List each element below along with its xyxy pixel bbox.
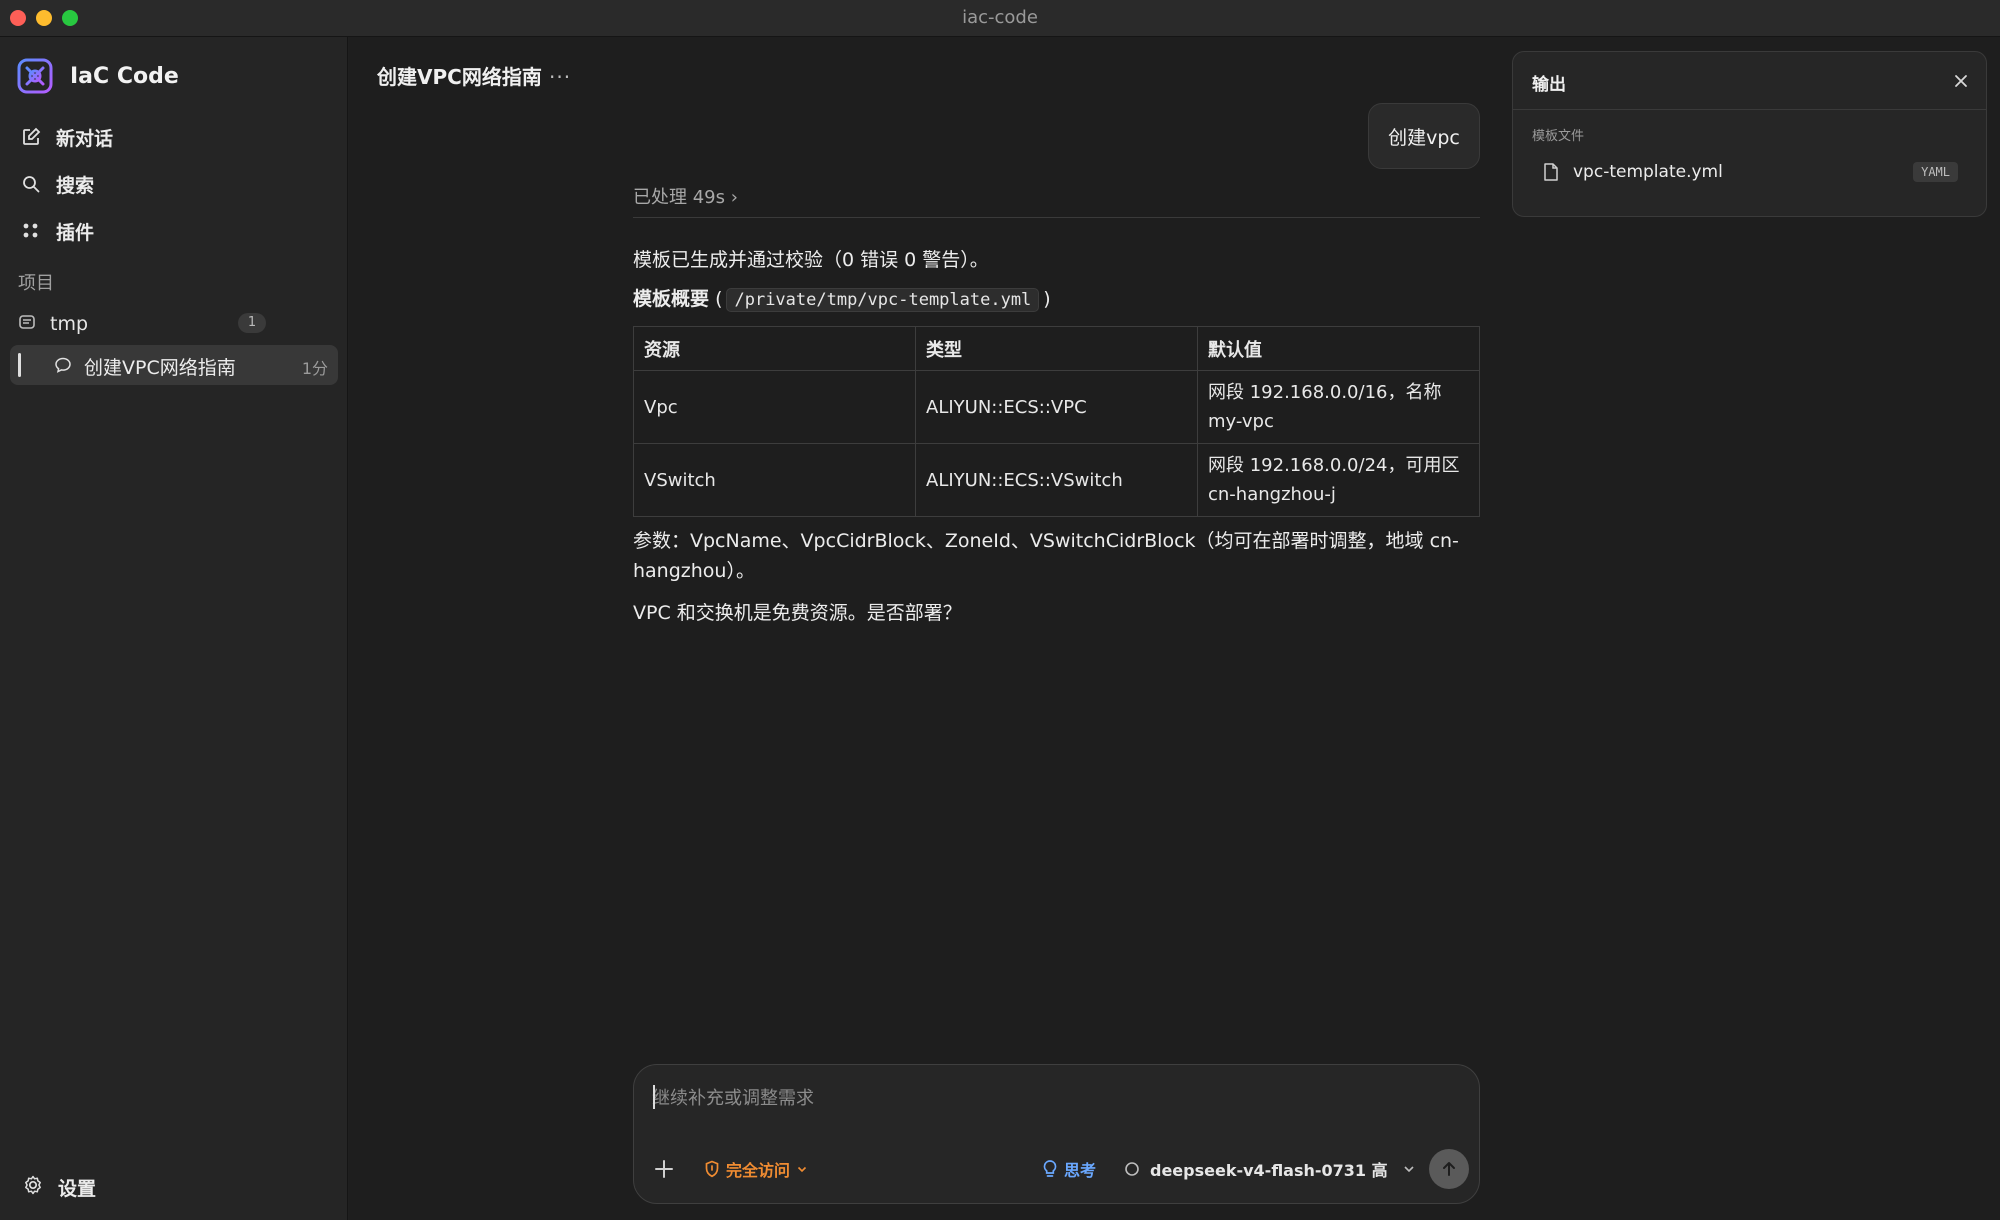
sidebar: IaC Code 新对话 搜索 插件 项目 tmp 1 创建VPC网络指南 1分…	[0, 37, 348, 1220]
conversation-time: 1分	[301, 359, 328, 378]
template-path-code: /private/tmp/vpc-template.yml	[726, 288, 1040, 312]
deploy-question: VPC 和交换机是免费资源。是否部署？	[633, 602, 962, 624]
think-toggle[interactable]: 思考	[1042, 1157, 1096, 1181]
summary-open-paren: (	[715, 288, 723, 310]
sidebar-conversation-item[interactable]: 创建VPC网络指南 1分	[10, 345, 338, 385]
table-cell: Vpc	[633, 370, 916, 444]
processed-toggle[interactable]: 已处理 49s ›	[633, 183, 738, 209]
active-marker	[18, 353, 21, 377]
sidebar-item-label: 插件	[56, 221, 95, 244]
summary-label: 模板概要	[633, 288, 710, 310]
brand: IaC Code	[16, 56, 179, 96]
file-icon	[1544, 163, 1558, 181]
arrow-up-icon	[1443, 1162, 1455, 1176]
composer: 完全访问 思考 deepseek-v4-flash-0731 高	[633, 1064, 1480, 1204]
message-input[interactable]	[652, 1083, 1452, 1113]
project-icon	[18, 313, 36, 335]
plus-icon	[655, 1160, 673, 1178]
close-icon[interactable]	[1952, 72, 1970, 90]
think-label: 思考	[1064, 1161, 1097, 1180]
search-icon	[20, 173, 42, 195]
app-logo-icon	[17, 58, 53, 94]
send-button[interactable]	[1429, 1149, 1469, 1189]
conversation-title: 创建VPC网络指南	[84, 357, 236, 379]
chevron-down-icon	[797, 1166, 807, 1173]
settings-label: 设置	[58, 1177, 97, 1200]
template-summary-line: 模板概要 (/private/tmp/vpc-template.yml)	[633, 284, 1051, 312]
projects-section-label: 项目	[18, 273, 54, 294]
text-caret	[653, 1085, 655, 1109]
access-mode-label: 完全访问	[726, 1161, 791, 1180]
add-attachment-button[interactable]	[652, 1157, 676, 1181]
table-header-cell: 默认值	[1197, 326, 1480, 371]
table-cell: ALIYUN::ECS::VSwitch	[915, 443, 1198, 517]
page-title: 创建VPC网络指南	[377, 65, 542, 89]
summary-close-paren: )	[1043, 288, 1051, 310]
model-name: deepseek-v4-flash-0731 高	[1150, 1161, 1388, 1180]
shield-icon	[705, 1160, 719, 1178]
assistant-message-line: 模板已生成并通过校验（0 错误 0 警告）。	[633, 249, 989, 271]
plugins-icon	[20, 220, 42, 242]
sidebar-project-tmp[interactable]: tmp 1	[18, 307, 268, 341]
new-chat-icon	[20, 126, 42, 148]
output-file-name: vpc-template.yml	[1573, 162, 1723, 182]
lightbulb-icon	[1043, 1160, 1057, 1177]
title-bar: iac-code	[0, 0, 2000, 37]
sidebar-item-plugins[interactable]: 插件	[20, 215, 94, 247]
table-cell: VSwitch	[633, 443, 916, 517]
window-title: iac-code	[962, 7, 1038, 28]
template-files-section-label: 模板文件	[1532, 129, 1585, 144]
brand-name: IaC Code	[70, 63, 179, 89]
divider	[633, 217, 1480, 218]
settings-button[interactable]: 设置	[22, 1171, 96, 1203]
sidebar-item-search[interactable]: 搜索	[20, 168, 94, 200]
model-circle-icon	[1125, 1162, 1139, 1176]
table-header-row: 资源 类型 默认值	[633, 326, 1480, 371]
chevron-down-icon	[1404, 1166, 1414, 1173]
gear-icon	[22, 1174, 44, 1200]
sidebar-item-label: 搜索	[56, 174, 95, 197]
model-selector[interactable]: deepseek-v4-flash-0731 高	[1124, 1157, 1416, 1181]
sidebar-item-new-chat[interactable]: 新对话	[20, 121, 113, 153]
table-header-cell: 资源	[633, 326, 916, 371]
table-row: Vpc ALIYUN::ECS::VPC 网段 192.168.0.0/16，名…	[633, 370, 1480, 444]
access-mode-dropdown[interactable]: 完全访问	[704, 1157, 808, 1181]
parameters-text: 参数：VpcName、VpcCidrBlock、ZoneId、VSwitchCi…	[633, 530, 1459, 582]
sidebar-item-label: 新对话	[56, 127, 114, 150]
table-cell: 网段 192.168.0.0/24，可用区 cn-hangzhou-j	[1197, 443, 1480, 517]
table-row: VSwitch ALIYUN::ECS::VSwitch 网段 192.168.…	[633, 443, 1480, 517]
table-header-cell: 类型	[915, 326, 1198, 371]
output-panel-title: 输出	[1532, 75, 1566, 95]
chat-bubble-icon	[54, 356, 72, 378]
output-file-item[interactable]: vpc-template.yml	[1543, 160, 1723, 184]
divider	[1513, 109, 1986, 110]
user-message-bubble: 创建vpc	[1368, 103, 1480, 169]
app-window: iac-code IaC Code 新对话 搜索 插件 项目 tmp 1 创建V…	[0, 0, 2000, 1220]
more-options-button[interactable]: ...	[549, 59, 571, 83]
project-name: tmp	[50, 313, 89, 335]
table-cell: 网段 192.168.0.0/16，名称 my-vpc	[1197, 370, 1480, 444]
output-panel: 输出 模板文件 vpc-template.yml YAML	[1512, 51, 1987, 217]
file-type-badge: YAML	[1913, 162, 1958, 182]
table-cell: ALIYUN::ECS::VPC	[915, 370, 1198, 444]
resources-table: 资源 类型 默认值 Vpc ALIYUN::ECS::VPC 网段 192.16…	[633, 326, 1480, 517]
project-count-badge: 1	[238, 313, 266, 333]
